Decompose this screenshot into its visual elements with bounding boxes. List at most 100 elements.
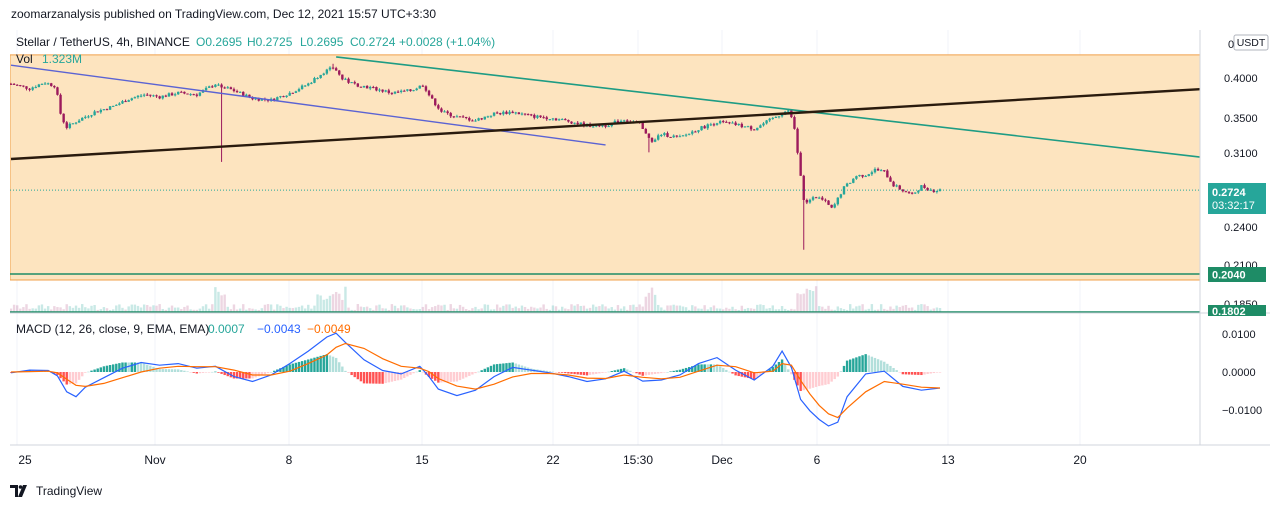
macd-histogram-bar — [480, 370, 483, 372]
macd-histogram-bar — [920, 372, 923, 376]
volume-bar — [657, 304, 660, 312]
candle-body — [883, 170, 886, 172]
macd-histogram-bar — [824, 372, 827, 385]
volume-bar — [759, 304, 762, 312]
macd-histogram-bar — [77, 372, 81, 380]
candle-body — [604, 125, 607, 127]
candle-body — [406, 89, 409, 91]
macd-legend: MACD (12, 26, close, 9, EMA, EMA) 0.0007… — [16, 322, 351, 336]
candle-body — [350, 82, 353, 84]
macd-histogram-bar — [173, 369, 177, 372]
volume-bar — [443, 304, 446, 312]
candle-body — [477, 118, 480, 121]
macd-histogram-bar — [783, 364, 787, 372]
chart-frame[interactable]: 0 USDT 0.40000.35000.31000.24000.21000.1… — [9, 30, 1270, 470]
volume-bar — [486, 304, 490, 312]
candle-body — [279, 96, 282, 98]
macd-histogram-bar — [855, 357, 858, 372]
volume-bar — [901, 305, 905, 312]
candle-body — [291, 92, 294, 94]
candle-body — [520, 113, 524, 115]
price-tick: 0.3500 — [1224, 113, 1258, 125]
volume-bar — [703, 305, 706, 312]
candle-body — [799, 152, 802, 176]
volume-bar — [130, 304, 133, 312]
candle-body — [644, 128, 648, 134]
macd-histogram-bar — [446, 372, 449, 383]
candle-body — [545, 117, 548, 120]
volume-bar — [554, 306, 558, 312]
candle-body — [910, 192, 914, 194]
price-axis[interactable]: 0 USDT 0.40000.35000.31000.24000.21000.1… — [1208, 34, 1269, 318]
countdown-value: 03:32:17 — [1212, 200, 1255, 212]
macd-axis[interactable]: 0.0100 0.0000 −0.0100 — [1222, 329, 1262, 417]
volume-bar — [344, 286, 347, 312]
price-tick: 0.2400 — [1224, 222, 1258, 234]
macd-histogram-bar — [207, 372, 211, 373]
macd-histogram-bar — [183, 370, 186, 372]
legend-symbol[interactable]: Stellar / TetherUS, 4h, BINANCE — [16, 35, 190, 49]
price-tick: 0.4000 — [1224, 73, 1258, 85]
candle-body — [793, 117, 796, 129]
macd-histogram-bar — [307, 359, 310, 372]
candle-body — [90, 115, 93, 117]
candle-body — [657, 135, 660, 140]
macd-histogram-bar — [111, 364, 115, 372]
volume-bar — [740, 305, 744, 312]
macd-histogram-bar — [657, 372, 660, 374]
level-badge-2-value: 0.1802 — [1212, 306, 1246, 318]
macd-histogram-bar — [591, 372, 595, 375]
macd-histogram-bar — [341, 366, 344, 372]
candle-body — [458, 116, 462, 118]
volume-bar — [858, 305, 861, 312]
macd-histogram-bar — [910, 372, 914, 375]
volume-bar — [904, 304, 908, 312]
macd-legend-label[interactable]: MACD (12, 26, close, 9, EMA, EMA) — [16, 322, 209, 336]
macd-histogram-bar — [471, 372, 474, 375]
candle-body — [694, 131, 697, 133]
macd-histogram-bar — [787, 369, 790, 372]
macd-histogram-bar — [852, 358, 855, 372]
candle-body — [77, 120, 81, 123]
macd-histogram-bar — [495, 364, 499, 372]
volume-bar — [40, 304, 44, 312]
macd-histogram-bar — [365, 372, 369, 384]
volume-bar — [155, 305, 158, 312]
volume-bar — [808, 289, 812, 312]
macd-histogram-bar — [867, 355, 870, 372]
candle-body — [409, 89, 412, 92]
macd-histogram-bar — [102, 366, 106, 372]
volume-bar — [712, 305, 716, 312]
macd-histogram-bar — [653, 372, 657, 375]
volume-bar — [895, 305, 898, 312]
candle-body — [430, 95, 434, 99]
candle-body — [167, 93, 171, 97]
macd-histogram-bar — [186, 371, 189, 373]
volume-bar — [604, 306, 607, 312]
candle-body — [554, 118, 558, 121]
candle-body — [579, 122, 582, 125]
candle-body — [489, 115, 493, 117]
volume-bar — [359, 306, 363, 312]
candle-body — [276, 97, 279, 101]
volume-bar — [118, 304, 121, 312]
candle-body — [718, 121, 722, 124]
candle-body — [365, 85, 369, 89]
volume-bar — [802, 293, 805, 312]
candle-body — [434, 98, 437, 106]
volume-bar — [870, 304, 874, 312]
candle-body — [743, 126, 747, 128]
candle-body — [669, 136, 672, 138]
footer[interactable]: TradingView — [10, 484, 102, 498]
macd-histogram-bar — [130, 362, 133, 372]
candle-body — [678, 136, 682, 138]
candle-body — [749, 126, 753, 130]
time-axis[interactable]: 25 Nov 8 15 22 15:30 Dec 6 13 20 — [18, 453, 1087, 467]
candle-body — [870, 172, 874, 175]
macd-histogram-bar — [672, 370, 675, 372]
chart-svg[interactable]: 0 USDT 0.40000.35000.31000.24000.21000.1… — [9, 30, 1270, 470]
macd-histogram-bar — [440, 372, 443, 383]
volume-bar — [65, 304, 68, 312]
macd-histogram-bar — [180, 370, 183, 372]
candle-body — [821, 197, 824, 200]
